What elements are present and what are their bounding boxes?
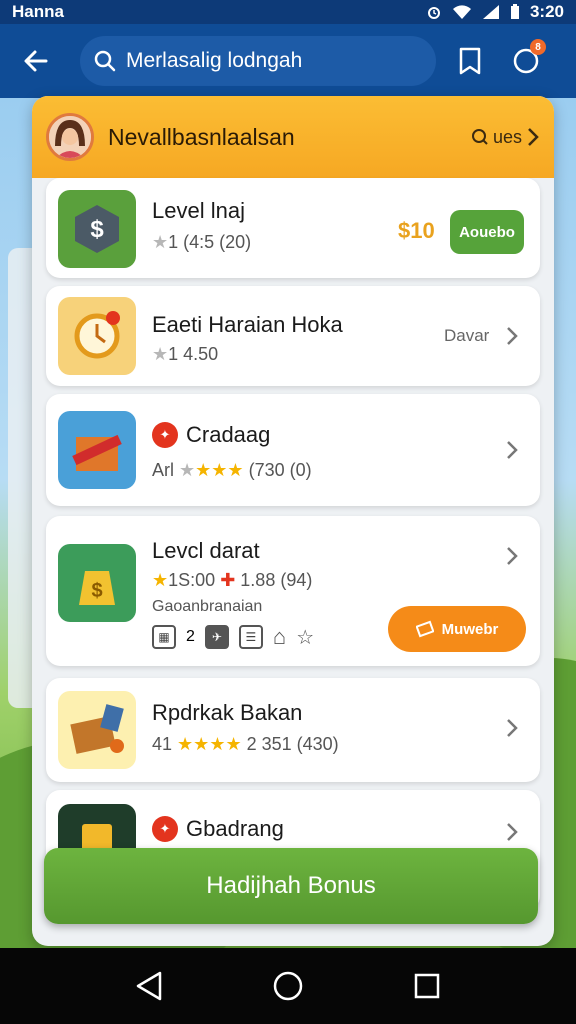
search-icon xyxy=(94,50,116,72)
rating-text: 1 (4:5 (20) xyxy=(168,232,252,252)
chevron-right-icon xyxy=(507,823,518,841)
item-rating: 41 ★★★★ 2 351 (430) xyxy=(152,734,339,755)
status-bar: Hanna 3:20 xyxy=(0,0,576,24)
coin-bag-icon: $ xyxy=(79,571,115,605)
star-icon: ★ xyxy=(152,344,169,364)
rating-text: 1S:00 xyxy=(168,570,216,590)
item-name: Rpdrkak Bakan xyxy=(152,700,303,725)
item-name: Gbadrang xyxy=(186,816,284,841)
chevron-right-icon xyxy=(507,719,518,737)
item-rating: Arl ★★★★ (730 (0) xyxy=(152,460,312,481)
item-subtitle: Gaoanbranaian xyxy=(152,598,263,615)
item-side-text: Davar xyxy=(444,326,490,345)
item-thumbnail: $ xyxy=(58,190,136,268)
see-all-label: ues xyxy=(492,126,522,147)
panel-header: Nevallbasnlaalsan ues xyxy=(32,96,554,178)
ticket-icon xyxy=(415,620,434,638)
feature-icons: ▦ 2 ✈ ☰ ⌂ ☆ xyxy=(152,624,314,650)
treasure-box-icon xyxy=(70,704,124,754)
item-name: Levcl darat xyxy=(152,538,260,563)
plane-icon: ✈ xyxy=(204,625,229,649)
user-avatar-icon xyxy=(49,116,91,158)
nav-home-button[interactable] xyxy=(268,966,308,1006)
item-rating: ★1 4.50 xyxy=(152,344,218,365)
bookmark-icon xyxy=(459,47,481,75)
svg-text:$: $ xyxy=(90,216,104,243)
svg-text:$: $ xyxy=(91,580,102,602)
item-thumbnail xyxy=(58,297,136,375)
item-name: Level lnaj xyxy=(152,198,245,223)
star-icon: ★ xyxy=(152,570,169,590)
money-bag-icon: $ xyxy=(75,205,119,253)
list-item[interactable]: Rpdrkak Bakan 41 ★★★★ 2 351 (430) xyxy=(46,678,540,782)
offers-panel: Nevallbasnlaalsan ues $ Level lnaj ★1 (4… xyxy=(32,96,554,946)
search-text: Merlasalig lodngah xyxy=(126,49,303,72)
chevron-right-icon xyxy=(507,441,518,459)
wifi-icon xyxy=(452,5,471,19)
rating-prefix: 41 xyxy=(152,734,173,754)
system-nav-bar xyxy=(0,948,576,1024)
chevron-right-icon xyxy=(507,547,518,565)
battery-icon xyxy=(510,4,519,19)
list-item[interactable]: $ Level lnaj ★1 (4:5 (20) $10 Aouebo xyxy=(46,178,540,278)
triangle-back-icon xyxy=(137,971,162,1001)
square-recents-icon xyxy=(414,973,439,999)
house-icon: ⌂ xyxy=(272,624,287,649)
list-icon: ☰ xyxy=(238,625,263,649)
clock-coins-icon xyxy=(74,311,120,359)
item-action-button[interactable]: Muwebr xyxy=(388,606,526,652)
compass-button[interactable]: 8 xyxy=(504,39,548,83)
bonus-button[interactable]: Hadijhah Bonus xyxy=(44,848,538,924)
item-action-button[interactable]: Aouebo xyxy=(450,210,524,254)
item-thumbnail xyxy=(58,411,136,489)
star-icon: ★ xyxy=(179,460,196,480)
signal-icon xyxy=(482,5,499,19)
carrier-name: Hanna xyxy=(12,2,64,21)
nav-back-button[interactable] xyxy=(129,966,169,1006)
calendar-icon: ▦ xyxy=(152,625,176,649)
panel-title: Nevallbasnlaalsan xyxy=(108,123,295,150)
alarm-icon xyxy=(427,7,440,19)
badge-icon: ✦ xyxy=(152,816,178,842)
rating-text: (730 (0) xyxy=(248,460,312,480)
item-name: Cradaag xyxy=(186,422,271,447)
star-icon: ★ xyxy=(152,232,169,252)
item-rating: ★1 (4:5 (20) xyxy=(152,232,251,253)
item-thumbnail: $ xyxy=(58,544,136,622)
rating-prefix: Arl xyxy=(152,460,174,480)
bookmark-button[interactable] xyxy=(448,39,492,83)
list-item[interactable]: $ Levcl darat ★1S:00 ✚ 1.88 (94) Gaoanbr… xyxy=(46,516,540,666)
avatar[interactable] xyxy=(46,113,94,161)
mini-count: 2 xyxy=(186,628,195,645)
rating-extra: 1.88 (94) xyxy=(240,570,313,590)
circle-home-icon xyxy=(273,971,303,1001)
item-name: Eaeti Haraian Hoka xyxy=(152,312,343,337)
rating-text: 1 4.50 xyxy=(168,344,219,364)
star-outline-icon: ☆ xyxy=(296,626,315,649)
list-item[interactable]: ✦ Cradaag Arl ★★★★ (730 (0) xyxy=(46,394,540,506)
search-field[interactable]: Merlasalig lodngah xyxy=(80,36,436,86)
star-icon: ★★★ xyxy=(195,460,244,480)
item-thumbnail xyxy=(58,691,136,769)
badge-icon: ✦ xyxy=(152,422,178,448)
app-bar: Merlasalig lodngah 8 xyxy=(0,24,576,98)
chevron-right-icon xyxy=(507,327,518,345)
item-rating: ★1S:00 ✚ 1.88 (94) xyxy=(152,570,312,591)
clock: 3:20 xyxy=(529,2,564,21)
back-button[interactable] xyxy=(14,39,58,83)
item-price: $10 xyxy=(398,218,435,243)
gift-box-icon xyxy=(72,434,122,471)
list-item[interactable]: Eaeti Haraian Hoka ★1 4.50 Davar xyxy=(46,286,540,386)
notification-badge: 8 xyxy=(530,39,546,55)
search-small-icon xyxy=(471,129,488,145)
nav-recents-button[interactable] xyxy=(407,966,447,1006)
action-label: Muwebr xyxy=(441,620,499,638)
star-icon: ★★★★ xyxy=(177,734,242,754)
back-arrow-icon xyxy=(24,50,48,72)
chevron-right-icon xyxy=(528,128,539,146)
rating-marker: ✚ xyxy=(220,570,241,590)
rating-text: 2 351 (430) xyxy=(246,734,339,754)
see-all-link[interactable]: ues xyxy=(471,127,540,148)
